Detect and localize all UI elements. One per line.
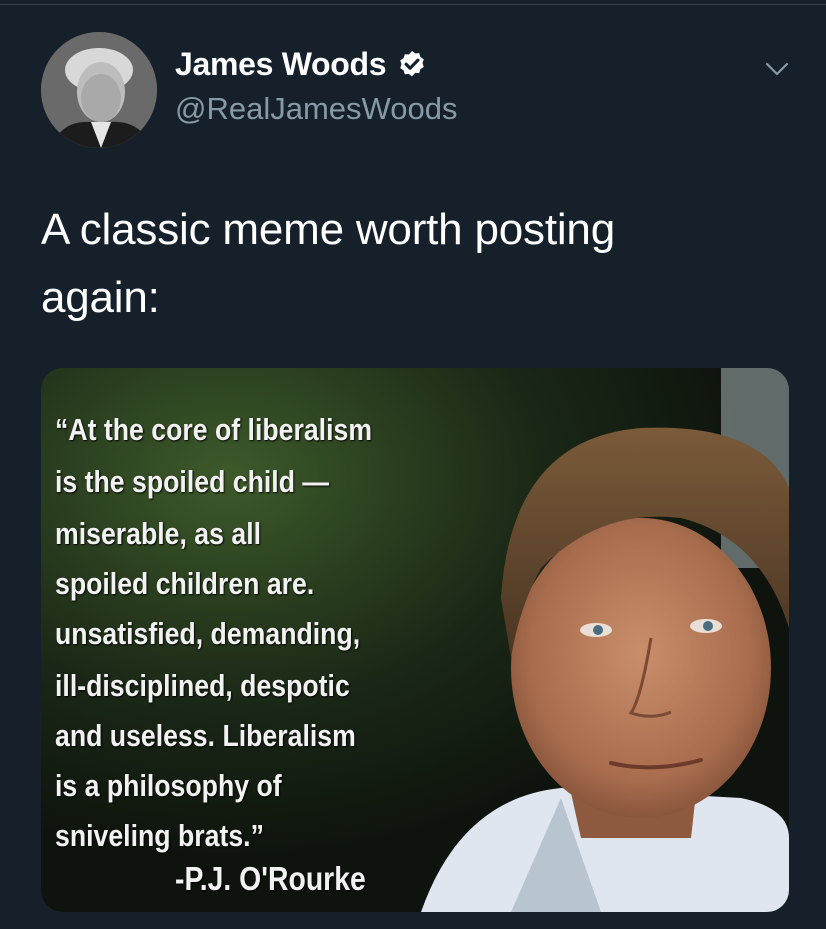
quote-line: and useless. Liberalism xyxy=(55,718,356,753)
avatar-photo xyxy=(41,32,157,148)
author-name-row[interactable]: James Woods xyxy=(175,46,428,83)
top-divider xyxy=(0,4,826,5)
quote-line: spoiled children are. xyxy=(55,566,315,601)
quote-line: unsatisfied, demanding, xyxy=(55,616,361,651)
quote-line: miserable, as all xyxy=(55,516,262,551)
tweet-media-image[interactable]: “At the core of liberalism is the spoile… xyxy=(41,368,789,912)
chevron-down-icon[interactable] xyxy=(762,54,792,84)
verified-badge-icon xyxy=(400,50,425,76)
quote-line: “At the core of liberalism xyxy=(55,412,373,447)
display-name[interactable]: James Woods xyxy=(175,46,387,83)
quote-line: sniveling brats.” xyxy=(55,818,264,853)
quote-line: is a philosophy of xyxy=(55,768,282,803)
author-handle[interactable]: @RealJamesWoods xyxy=(175,91,457,127)
tweet-text: A classic meme worth posting again: xyxy=(41,196,781,332)
tweet-text-line: A classic meme worth posting xyxy=(41,205,615,254)
quote-line: is the spoiled child — xyxy=(55,464,330,499)
quote-line: ill-disciplined, despotic xyxy=(55,668,350,703)
tweet-text-line: again: xyxy=(41,273,160,322)
quote-attribution: -P.J. O'Rourke xyxy=(175,860,366,897)
avatar[interactable] xyxy=(41,32,157,148)
